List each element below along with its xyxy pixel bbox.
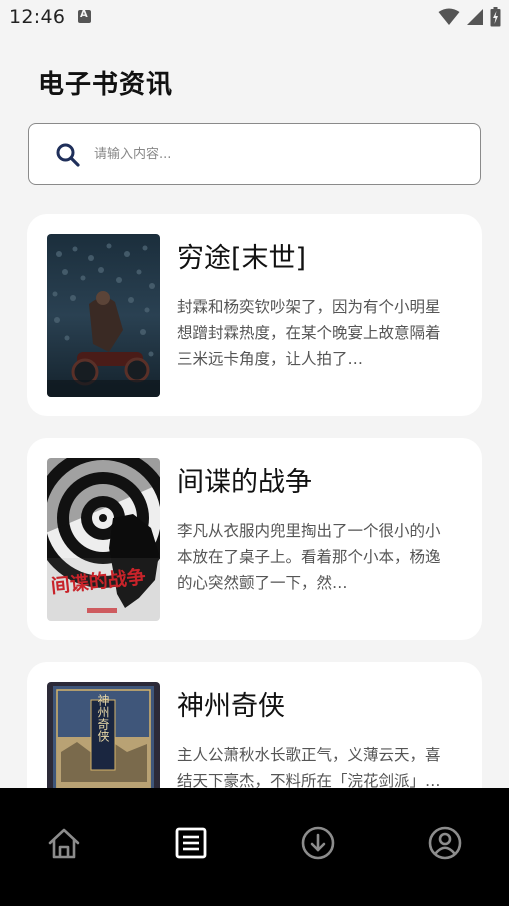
book-description: 封霖和杨奕钦吵架了，因为有个小明星想蹭封霖热度，在某个晚宴上故意隔着三米远卡角度… xyxy=(177,298,441,368)
book-card[interactable]: 间谍的战争 间谍的战争 李凡从衣服内兜里掏出了一个很小的小本放在了桌子上。看着那… xyxy=(27,438,482,640)
book-cover[interactable]: 间谍的战争 xyxy=(47,458,160,621)
book-title[interactable]: 穷途[末世] xyxy=(177,236,306,275)
nav-download[interactable] xyxy=(255,788,382,906)
book-description: 李凡从衣服内兜里掏出了一个很小的小本放在了桌子上。看着那个小本，杨逸的心突然颤了… xyxy=(177,522,441,592)
notification-icon xyxy=(78,9,91,23)
search-icon[interactable] xyxy=(54,141,82,169)
profile-icon[interactable] xyxy=(427,825,463,861)
bottom-nav xyxy=(0,788,509,906)
search-bar[interactable] xyxy=(28,123,481,185)
nav-profile[interactable] xyxy=(382,788,509,906)
book-title[interactable]: 神州奇侠 xyxy=(177,684,285,723)
book-title[interactable]: 间谍的战争 xyxy=(177,460,312,499)
wifi-icon xyxy=(438,8,460,25)
battery-icon xyxy=(490,7,501,27)
nav-home[interactable] xyxy=(0,788,127,906)
book-description: 主人公萧秋水长歌正气，义薄云天，喜结天下豪杰，不料所在「浣花剑派」… xyxy=(177,746,441,790)
book-cover[interactable] xyxy=(47,234,160,397)
status-icons xyxy=(438,7,501,27)
article-list-icon[interactable] xyxy=(173,825,209,861)
page-title: 电子书资讯 xyxy=(38,70,174,100)
signal-icon xyxy=(467,9,483,25)
home-icon[interactable] xyxy=(46,825,82,861)
status-time: 12:46 xyxy=(9,6,66,28)
download-icon[interactable] xyxy=(300,825,336,861)
nav-articles[interactable] xyxy=(127,788,254,906)
cover-title-text: 神州奇侠 xyxy=(96,694,110,742)
status-bar: 12:46 xyxy=(0,0,509,36)
search-input[interactable] xyxy=(94,136,454,172)
book-card[interactable]: 穷途[末世] 封霖和杨奕钦吵架了，因为有个小明星想蹭封霖热度，在某个晚宴上故意隔… xyxy=(27,214,482,416)
